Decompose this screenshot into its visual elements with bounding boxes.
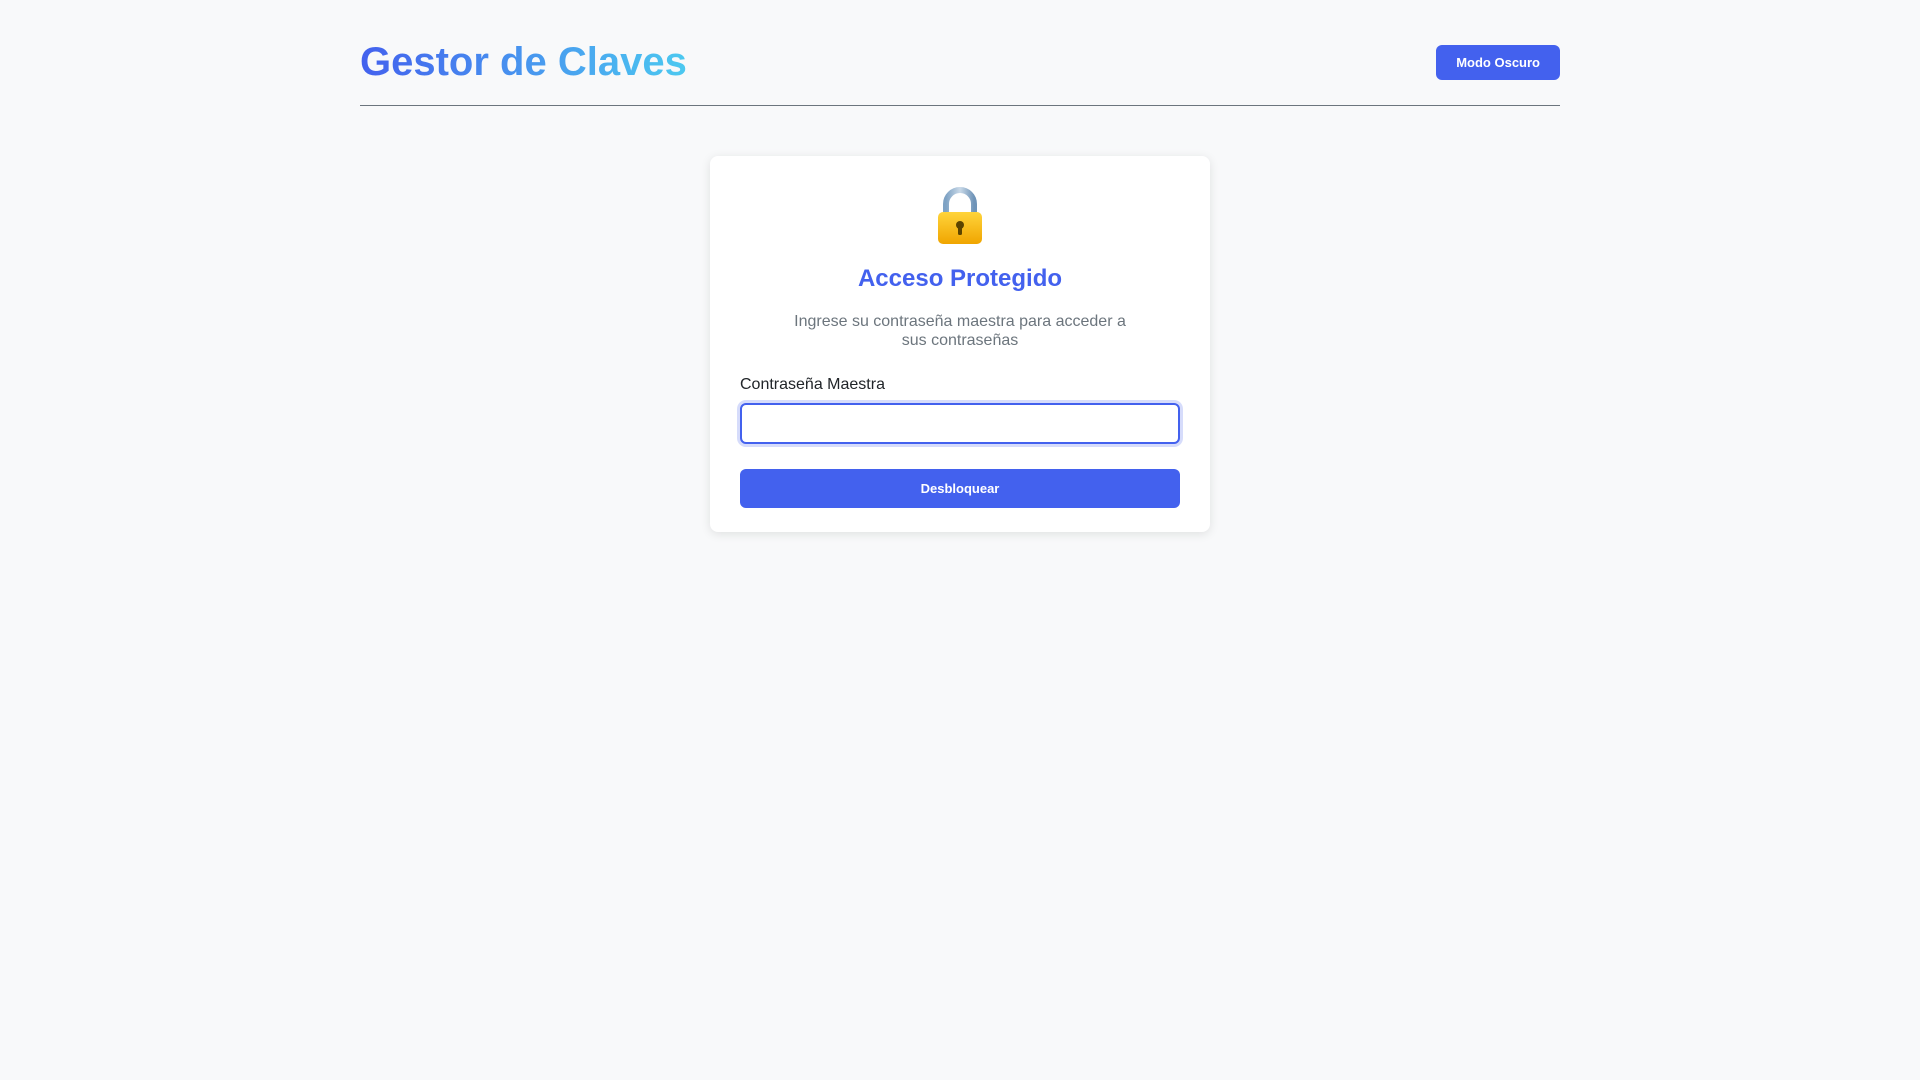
login-card: Acceso Protegido Ingrese su contraseña m…: [710, 156, 1210, 532]
app-header: Gestor de Claves Modo Oscuro: [360, 30, 1560, 106]
dark-mode-toggle-button[interactable]: Modo Oscuro: [1436, 45, 1560, 80]
page: Gestor de Claves Modo Oscuro Acceso Prot…: [0, 0, 1920, 1080]
app-title: Gestor de Claves: [360, 40, 687, 84]
password-label: Contraseña Maestra: [740, 376, 885, 393]
lock-icon: [938, 187, 982, 244]
master-password-input[interactable]: [740, 403, 1180, 444]
login-title: Acceso Protegido: [857, 265, 1063, 292]
login-description: Ingrese su contraseña maestra para acced…: [794, 313, 1126, 349]
unlock-button[interactable]: Desbloquear: [740, 469, 1180, 508]
